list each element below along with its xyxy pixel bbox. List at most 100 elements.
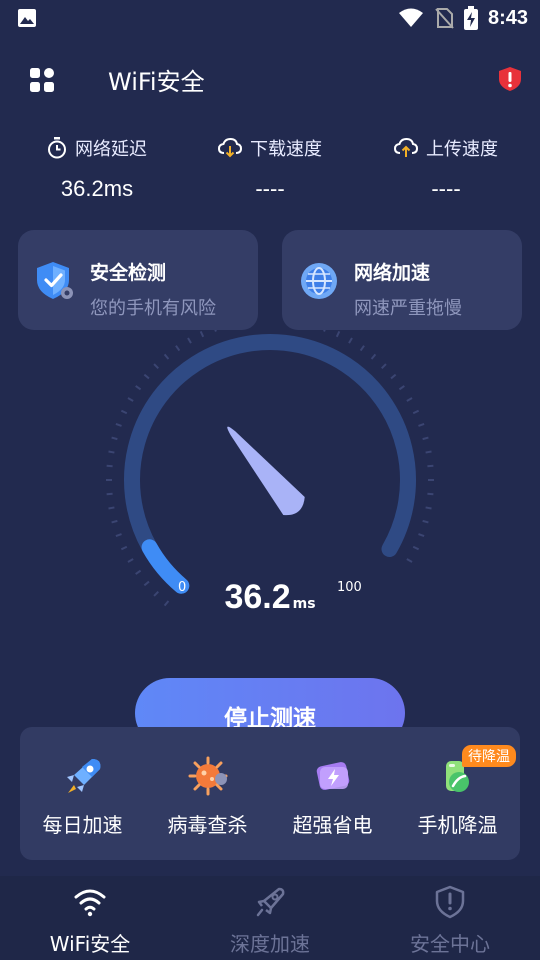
gauge-tick: [381, 363, 387, 369]
card-title: 安全检测: [90, 262, 167, 284]
gauge-tick: [370, 353, 377, 360]
gauge-tick: [187, 337, 192, 344]
latency-value: 36.2: [224, 578, 291, 616]
latency-gauge: [106, 330, 434, 607]
metric-label: 上传速度: [426, 139, 498, 160]
gauge-tick: [418, 533, 425, 538]
nav-deep-boost[interactable]: 深度加速: [180, 876, 360, 960]
gauge-tick: [120, 409, 128, 415]
gauge-tick: [427, 464, 434, 468]
card-subtitle: 您的手机有风险: [90, 298, 216, 319]
gauge-needle-shape: [227, 426, 305, 516]
gauge-tick: [323, 330, 326, 332]
tool-daily-boost[interactable]: 每日加速: [20, 727, 145, 860]
cloud-download-icon: [218, 138, 242, 158]
gauge-tick: [422, 436, 429, 441]
rocket-boost-icon: [67, 759, 101, 793]
gauge-tick: [418, 422, 425, 427]
tool-label: 手机降温: [417, 813, 498, 837]
cooling-status-badge: 待降温: [462, 745, 516, 767]
grid-apps-icon[interactable]: [28, 66, 56, 94]
gauge-tick: [135, 385, 142, 391]
gauge-tick: [153, 363, 159, 369]
gauge-tick: [422, 519, 429, 524]
metric-download: 下载速度 ----: [190, 134, 350, 202]
virus-scan-icon: [188, 756, 228, 796]
nav-label: WiFi安全: [49, 932, 131, 956]
page-title: WiFi安全: [108, 68, 205, 96]
gauge-tick: [108, 506, 115, 510]
tool-label: 超强省电: [292, 813, 373, 837]
battery-save-icon: [316, 762, 350, 790]
timer-icon: [48, 137, 66, 159]
card-network-boost[interactable]: 网络加速 网速严重拖慢: [282, 230, 522, 330]
gauge-tick: [406, 558, 413, 563]
gauge-tick: [135, 569, 142, 575]
metric-upload: 上传速度 ----: [366, 134, 526, 202]
gauge-tick: [425, 506, 432, 510]
status-time: 8:43: [487, 6, 528, 29]
nav-label: 深度加速: [230, 932, 310, 956]
tools-panel: 每日加速 病毒查杀 超强省电 手机降温 待降温: [20, 727, 520, 860]
top-bar: WiFi安全: [0, 56, 540, 100]
gauge-tick: [115, 533, 122, 538]
shield-exclamation-icon: [435, 885, 465, 919]
nav-security-center[interactable]: 安全中心: [360, 876, 540, 960]
wifi-icon: [74, 889, 106, 917]
rocket-icon: [256, 887, 285, 917]
metric-value: ----: [431, 176, 461, 201]
latency-unit: ms: [292, 596, 316, 612]
gauge-tick: [425, 450, 432, 454]
metric-latency: 网络延迟 36.2ms: [17, 134, 177, 202]
image-notification-icon: [18, 9, 36, 27]
tool-power-save[interactable]: 超强省电: [270, 727, 395, 860]
tool-label: 每日加速: [42, 813, 123, 837]
bottom-navigation: WiFi安全 深度加速 安全中心: [0, 876, 540, 960]
metric-label: 下载速度: [250, 139, 322, 160]
gauge-tick: [398, 385, 405, 391]
gauge-track: [124, 334, 416, 594]
card-security-check[interactable]: 安全检测 您的手机有风险: [18, 230, 258, 330]
tool-label: 病毒查杀: [167, 813, 248, 837]
shield-alert-icon[interactable]: [498, 66, 522, 92]
nav-wifi-security[interactable]: WiFi安全: [0, 876, 180, 960]
gauge-tick: [335, 330, 341, 338]
gauge-tick: [127, 558, 134, 563]
battery-charging-icon: [463, 6, 478, 30]
gauge-tick: [120, 545, 128, 551]
gauge-tick: [111, 436, 118, 441]
metric-value: 36.2ms: [60, 176, 134, 201]
gauge-tick: [199, 330, 205, 338]
gauge-tick: [427, 492, 434, 496]
network-metrics: 网络延迟 36.2ms 下载速度 ---- 上传速度 ----: [0, 134, 540, 214]
globe-icon: [301, 263, 337, 299]
wifi-signal-icon: [398, 8, 423, 27]
latency-reading: 36.2 ms: [0, 578, 540, 617]
gauge-needle: [227, 426, 305, 516]
gauge-tick: [143, 373, 150, 380]
gauge-tick: [406, 397, 413, 402]
no-sim-icon: [435, 8, 454, 29]
gauge-tick: [348, 337, 353, 344]
cloud-upload-icon: [394, 138, 418, 157]
metric-label: 网络延迟: [75, 139, 147, 160]
gauge-tick: [412, 409, 420, 415]
gauge-tick: [115, 422, 122, 427]
gauge-tick: [163, 353, 170, 360]
nav-label: 安全中心: [410, 932, 490, 956]
gauge-tick: [214, 330, 217, 332]
status-bar: 8:43: [0, 0, 540, 36]
gauge-tick: [390, 373, 397, 380]
gauge-tick: [106, 464, 113, 468]
gauge-tick: [412, 545, 420, 551]
security-shield-icon: [37, 262, 73, 299]
tool-virus-scan[interactable]: 病毒查杀: [145, 727, 270, 860]
gauge-tick: [175, 345, 181, 352]
gauge-tick: [111, 519, 118, 524]
gauge-tick: [108, 450, 115, 454]
card-subtitle: 网速严重拖慢: [354, 298, 462, 319]
gauge-tick: [127, 397, 134, 402]
card-title: 网络加速: [354, 262, 431, 284]
gauge-tick: [359, 345, 365, 352]
metric-value: ----: [255, 176, 285, 201]
